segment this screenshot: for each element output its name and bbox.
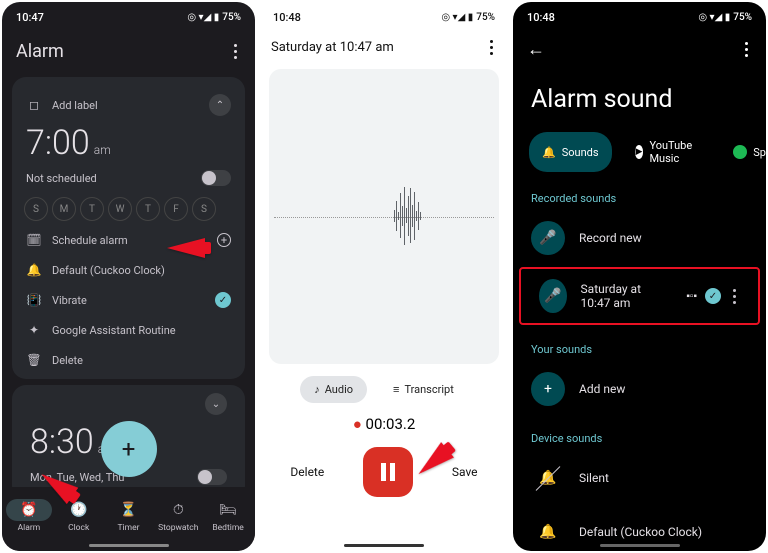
nav-stopwatch[interactable]: ⏱Stopwatch — [154, 499, 202, 533]
expand-icon[interactable]: ⌄ — [205, 393, 227, 415]
app-header: Alarm — [2, 32, 255, 71]
add-icon[interactable]: + — [217, 233, 231, 247]
saturday-recording-row[interactable]: 🎤 Saturday at 10:47 am ▪▫▪ ✓ — [521, 269, 758, 323]
transcript-tab[interactable]: ≡Transcript — [379, 376, 468, 403]
audio-icon: ♪ — [314, 383, 320, 396]
status-bar: 10:48 ◎ ▾◢ ▮75% — [513, 2, 766, 32]
source-chips: 🔔Sounds ▶YouTube Music Spotify — [513, 128, 766, 176]
alarm-icon: ⏰ — [6, 499, 51, 521]
bottom-nav: ⏰Alarm 🕐Clock ⏳Timer ⏱Stopwatch 🛏Bedtime — [2, 487, 255, 551]
header: ← — [513, 32, 766, 67]
assistant-row[interactable]: ✦ Google Assistant Routine — [16, 315, 241, 345]
bars-icon: ▪▫▪ — [686, 291, 697, 302]
add-new-row[interactable]: + Add new — [513, 362, 766, 416]
nav-bedtime[interactable]: 🛏Bedtime — [204, 499, 252, 533]
status-time: 10:47 — [16, 11, 44, 24]
add-alarm-fab[interactable]: + — [101, 421, 157, 477]
gesture-bar — [600, 544, 680, 547]
bell-icon: 🔔 — [531, 515, 565, 549]
phone-alarm: 10:47 ◎ ▾◢ ▮75% Alarm ◻ Add label ⌃ 7:00… — [2, 2, 255, 551]
status-bar: 10:48 ◎ ▾◢ ▮75% — [259, 2, 509, 32]
record-dot-icon: ● — [353, 415, 366, 433]
mic-icon: 🎤 — [539, 279, 567, 313]
bell-icon: 🔔 — [542, 146, 556, 159]
alarm-toggle[interactable] — [201, 170, 231, 186]
add-label-row[interactable]: ◻ Add label ⌃ — [16, 87, 241, 123]
transcript-icon: ≡ — [393, 383, 399, 396]
schedule-text: Not scheduled — [26, 172, 97, 185]
more-icon[interactable] — [486, 36, 497, 59]
nav-timer[interactable]: ⏳Timer — [104, 499, 152, 533]
recording-title[interactable]: Saturday at 10:47 am — [271, 40, 394, 55]
check-icon[interactable]: ✓ — [215, 292, 231, 308]
status-icons: ◎ ▾◢ ▮75% — [187, 12, 241, 23]
section-device: Device sounds — [513, 416, 766, 451]
recorder-header: Saturday at 10:47 am — [259, 32, 509, 63]
delete-row[interactable]: 🗑 Delete — [16, 345, 241, 375]
alarm-time[interactable]: 7:00am — [16, 123, 241, 163]
status-time: 10:48 — [527, 11, 555, 24]
gesture-bar — [344, 544, 424, 547]
youtube-music-chip[interactable]: ▶YouTube Music — [622, 132, 711, 172]
add-label-text: Add label — [52, 99, 98, 112]
nav-clock[interactable]: 🕐Clock — [55, 499, 103, 533]
mic-icon: 🎤 — [531, 221, 565, 255]
page-title: Alarm — [16, 41, 64, 62]
view-tabs: ♪Audio ≡Transcript — [259, 370, 509, 409]
save-button[interactable]: Save — [452, 465, 478, 479]
timer-icon: ⏳ — [112, 499, 145, 521]
phone-recorder: 10:48 ◎ ▾◢ ▮75% Saturday at 10:47 am ♪Au… — [259, 2, 509, 551]
gesture-bar — [89, 544, 169, 547]
alarm-sound-row[interactable]: 🔔 Default (Cuckoo Clock) — [16, 255, 241, 285]
bell-icon: 🔔 — [26, 262, 42, 278]
silent-icon: 🔔 — [531, 461, 565, 495]
vibrate-icon: 📳 — [26, 292, 42, 308]
silent-row[interactable]: 🔔 Silent — [513, 451, 766, 505]
controls-row: Delete Save — [259, 439, 509, 505]
vibrate-row[interactable]: 📳 Vibrate ✓ — [16, 285, 241, 315]
delete-button[interactable]: Delete — [290, 465, 324, 479]
day-selector[interactable]: S M T W T F S — [16, 193, 241, 225]
back-icon[interactable]: ← — [527, 39, 545, 60]
assistant-icon: ✦ — [26, 322, 42, 338]
alarm-card-1: ◻ Add label ⌃ 7:00am Not scheduled S M T… — [12, 77, 245, 379]
status-icons: ◎ ▾◢ ▮75% — [441, 12, 495, 23]
schedule-row: Not scheduled — [16, 163, 241, 193]
sounds-chip[interactable]: 🔔Sounds — [529, 132, 612, 172]
section-your: Your sounds — [513, 327, 766, 362]
status-time: 10:48 — [273, 11, 301, 24]
section-recorded: Recorded sounds — [513, 176, 766, 211]
stopwatch-icon: ⏱ — [165, 499, 192, 521]
calendar-icon: 🗓 — [26, 232, 42, 248]
status-icons: ◎ ▾◢ ▮75% — [698, 12, 752, 23]
trash-icon: 🗑 — [26, 352, 42, 368]
timeline-line — [274, 217, 494, 218]
status-bar: 10:47 ◎ ▾◢ ▮75% — [2, 2, 255, 32]
phone-alarm-sound: 10:48 ◎ ▾◢ ▮75% ← Alarm sound 🔔Sounds ▶Y… — [513, 2, 766, 551]
record-new-row[interactable]: 🎤 Record new — [513, 211, 766, 265]
label-icon: ◻ — [26, 97, 42, 113]
audio-tab[interactable]: ♪Audio — [300, 376, 367, 403]
waveform — [394, 187, 421, 245]
spotify-chip[interactable]: Spotify — [720, 132, 766, 172]
spotify-icon — [733, 145, 747, 159]
annotation-arrow-1 — [167, 238, 205, 258]
waveform-area — [269, 69, 499, 364]
recording-time: ● 00:03.2 — [259, 409, 509, 439]
check-icon: ✓ — [705, 288, 721, 304]
bedtime-icon: 🛏 — [211, 499, 245, 521]
nav-alarm[interactable]: ⏰Alarm — [5, 499, 53, 533]
collapse-icon[interactable]: ⌃ — [209, 94, 231, 116]
alarm-toggle-2[interactable] — [197, 469, 227, 485]
more-icon[interactable] — [729, 285, 740, 308]
youtube-icon: ▶ — [635, 145, 644, 159]
pause-button[interactable] — [363, 447, 413, 497]
more-icon[interactable] — [230, 40, 241, 63]
highlight-box: 🎤 Saturday at 10:47 am ▪▫▪ ✓ — [519, 267, 760, 325]
more-icon[interactable] — [741, 38, 752, 61]
page-title: Alarm sound — [513, 67, 766, 128]
plus-icon: + — [531, 372, 565, 406]
